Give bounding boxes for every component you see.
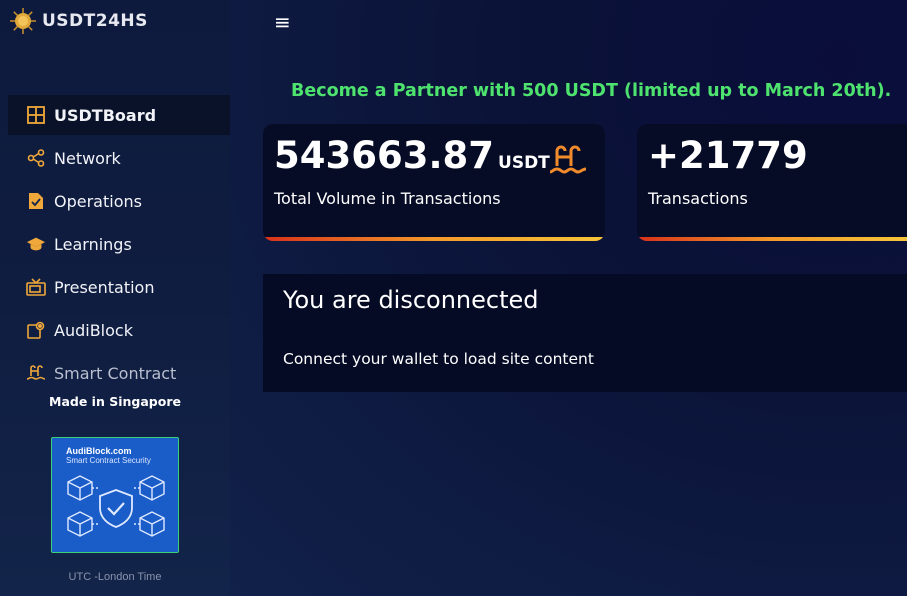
shield-cubes-icon	[67, 475, 165, 537]
stat-value: 543663.87 USDT	[274, 134, 550, 177]
status-message: Connect your wallet to load site content	[283, 350, 594, 368]
share-icon	[26, 148, 46, 168]
audiblock-badge[interactable]: AudiBlock.com Smart Contract Security	[51, 437, 179, 553]
stat-label: Total Volume in Transactions	[274, 189, 501, 208]
sidebar-item-audiblock[interactable]: AudiBlock	[8, 310, 230, 350]
badge-subtitle: Smart Contract Security	[66, 456, 151, 465]
stat-unit: USDT	[498, 153, 550, 173]
sidebar-item-label: Presentation	[54, 277, 155, 297]
sidebar-item-network[interactable]: Network	[8, 138, 230, 178]
sidebar-item-operations[interactable]: Operations	[8, 181, 230, 221]
document-check-icon	[26, 191, 46, 211]
sidebar: USDT24HS USDTBoard Network Operations Le…	[0, 0, 230, 596]
sidebar-item-label: AudiBlock	[54, 320, 133, 340]
stat-number: 543663.87	[274, 134, 495, 177]
stat-value: +21779	[648, 134, 808, 177]
sidebar-item-usdtboard[interactable]: USDTBoard	[8, 95, 230, 135]
hamburger-icon[interactable]: ≡	[274, 10, 291, 34]
map-pin-icon	[26, 320, 46, 340]
sidebar-item-label: Learnings	[54, 234, 132, 254]
sun-logo-icon	[10, 8, 36, 34]
pool-ladder-icon	[549, 145, 587, 174]
sidebar-item-label: Operations	[54, 191, 142, 211]
sidebar-nav: USDTBoard Network Operations Learnings P…	[8, 95, 230, 396]
grid-icon	[26, 105, 46, 125]
sidebar-item-label: Network	[54, 148, 121, 168]
sidebar-item-smart-contract[interactable]: Smart Contract	[8, 353, 230, 393]
stat-card-volume: 543663.87 USDT Total Volume in Transactio…	[263, 124, 605, 241]
sidebar-item-label: Smart Contract	[54, 363, 177, 383]
logo[interactable]: USDT24HS	[10, 8, 148, 34]
sidebar-item-presentation[interactable]: Presentation	[8, 267, 230, 307]
utc-time-label: UTC -London Time	[68, 571, 162, 583]
status-title: You are disconnected	[283, 286, 539, 314]
made-in-text: Made in Singapore	[49, 394, 181, 409]
promo-banner: Become a Partner with 500 USDT (limited …	[291, 81, 892, 101]
stat-label: Transactions	[648, 189, 748, 208]
tv-icon	[26, 277, 46, 297]
connection-status-panel: You are disconnected Connect your wallet…	[263, 274, 907, 392]
stat-card-transactions: +21779 Transactions	[637, 124, 907, 241]
pool-ladder-icon	[26, 363, 46, 383]
graduation-cap-icon	[26, 234, 46, 254]
logo-text: USDT24HS	[42, 11, 148, 31]
sidebar-item-learnings[interactable]: Learnings	[8, 224, 230, 264]
sidebar-item-label: USDTBoard	[54, 105, 157, 125]
badge-title: AudiBlock.com	[66, 446, 132, 456]
